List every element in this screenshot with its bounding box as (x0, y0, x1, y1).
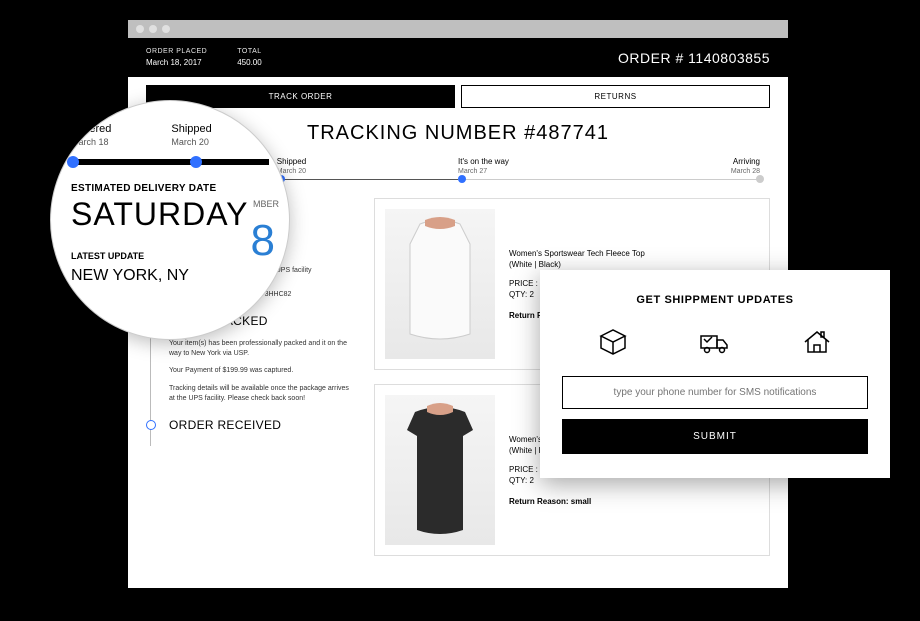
product-image (385, 395, 495, 545)
mag-step-date: March 18 (71, 137, 111, 147)
progress-step-arriving: Arriving March 28 (731, 157, 760, 175)
timeline-item-text: Your Payment of $199.99 was captured. (169, 366, 356, 376)
tab-bar: TRACK ORDER RETURNS (128, 77, 788, 108)
magnifier-overlay: Ordered March 18 Shipped March 20 MBER E… (50, 100, 290, 340)
product-variant: (White | Black) (509, 260, 645, 269)
estimated-delivery-label: ESTIMATED DELIVERY DATE (71, 183, 269, 194)
progress-step-on-the-way: It's on the way March 27 (458, 157, 509, 175)
submit-button[interactable]: SUBMIT (562, 419, 868, 454)
traffic-light-icon (162, 25, 170, 33)
timeline-item-title: ORDER RECEIVED (169, 418, 356, 432)
window-titlebar (128, 20, 788, 38)
mag-step-label: Ordered (71, 123, 111, 135)
timeline-item-text: Your item(s) has been professionally pac… (169, 339, 356, 359)
mag-step-label: Shipped (171, 123, 211, 135)
progress-step-label: Arriving (731, 157, 760, 166)
timeline-item-received: ORDER RECEIVED (169, 418, 356, 446)
progress-step-label: Shipped (277, 157, 306, 166)
mag-location: NEW YORK, NY (71, 267, 269, 285)
product-image (385, 209, 495, 359)
progress-dot (458, 175, 466, 183)
order-placed-label: ORDER PLACED (146, 48, 207, 55)
total-col: TOTAL 450.00 (237, 48, 261, 67)
order-placed-col: ORDER PLACED March 18, 2017 (146, 48, 207, 67)
shipment-updates-card: GET SHIPPMENT UPDATES SUBMIT (540, 270, 890, 478)
estimated-delivery-day: SATURDAY (71, 196, 269, 233)
traffic-light-icon (136, 25, 144, 33)
mag-step-ordered: Ordered March 18 (71, 123, 111, 147)
mag-step-date: March 20 (171, 137, 211, 147)
truck-icon (699, 326, 731, 358)
total-label: TOTAL (237, 48, 261, 55)
order-placed-date: March 18, 2017 (146, 58, 207, 67)
traffic-light-icon (149, 25, 157, 33)
phone-input[interactable] (562, 376, 868, 409)
progress-step-date: March 27 (458, 168, 509, 175)
mag-step-shipped: Shipped March 20 (171, 123, 211, 147)
estimated-delivery-number: 8 (251, 216, 275, 266)
order-header: ORDER PLACED March 18, 2017 TOTAL 450.00… (128, 38, 788, 77)
mag-dot (190, 156, 202, 168)
return-reason: Return Reason: small (509, 497, 591, 506)
mag-dot (67, 156, 79, 168)
updates-title: GET SHIPPMENT UPDATES (562, 294, 868, 306)
order-number: ORDER # 1140803855 (618, 50, 770, 66)
mag-progress-bar (71, 159, 269, 165)
total-value: 450.00 (237, 58, 261, 67)
progress-step-shipped: Shipped March 20 (277, 157, 306, 175)
updates-icons (562, 326, 868, 358)
package-icon (597, 326, 629, 358)
progress-dot (756, 175, 764, 183)
progress-step-date: March 28 (731, 168, 760, 175)
product-name: Women's Sportswear Tech Fleece Top (509, 249, 645, 258)
progress-step-label: It's on the way (458, 157, 509, 166)
house-icon (801, 326, 833, 358)
timeline-item-text: Tracking details will be available once … (169, 384, 356, 404)
tab-returns[interactable]: RETURNS (461, 85, 770, 108)
mag-steps: Ordered March 18 Shipped March 20 (71, 123, 269, 147)
mag-partial-text: MBER (253, 199, 279, 209)
mag-latest-update: LATEST UPDATE (71, 251, 269, 261)
